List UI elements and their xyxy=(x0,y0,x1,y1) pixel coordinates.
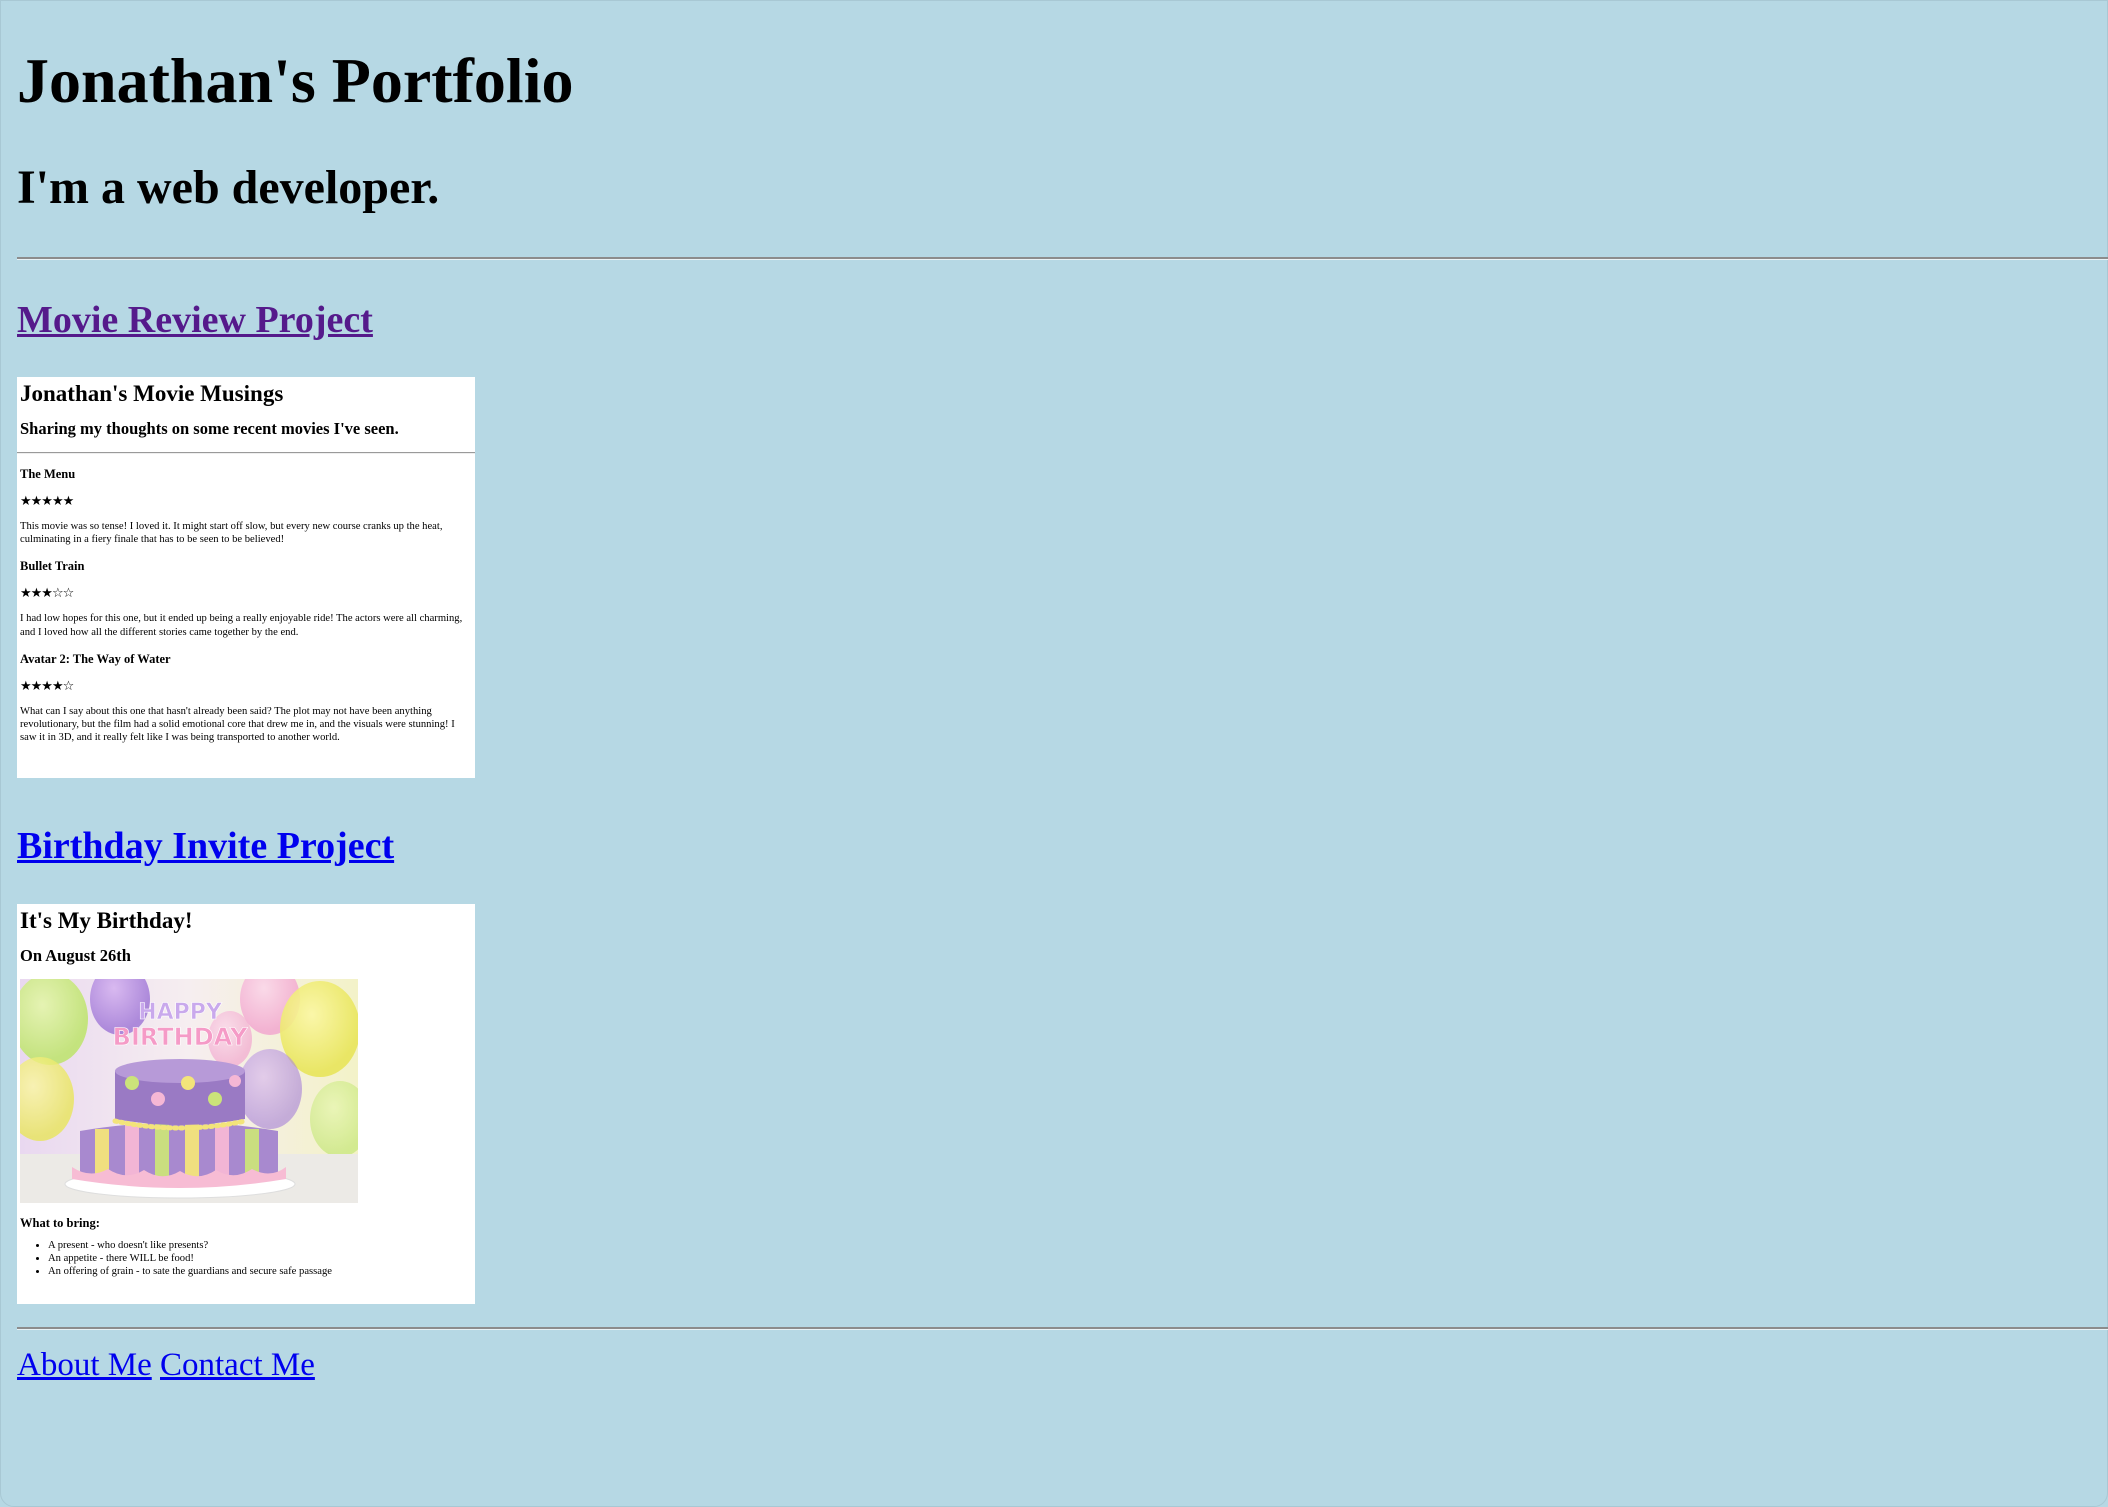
review-item: The Menu ★★★★★ This movie was so tense! … xyxy=(20,466,472,546)
list-item: An appetite - there WILL be food! xyxy=(48,1252,472,1265)
about-me-link[interactable]: About Me xyxy=(17,1347,152,1383)
birthday-invite-project-link[interactable]: Birthday Invite Project xyxy=(17,821,394,871)
list-item: An offering of grain - to sate the guard… xyxy=(48,1265,472,1278)
footer-nav: About Me Contact Me xyxy=(17,1341,315,1389)
movie-preview-divider xyxy=(17,452,475,454)
birthday-invite-preview[interactable]: It's My Birthday! On August 26th HAPPY B… xyxy=(17,904,475,1304)
birthday-preview-title: It's My Birthday! xyxy=(20,908,193,933)
movie-preview-title: Jonathan's Movie Musings xyxy=(20,381,284,406)
movie-preview-subtitle: Sharing my thoughts on some recent movie… xyxy=(20,419,399,438)
portfolio-page: Jonathan's Portfolio I'm a web developer… xyxy=(0,0,2108,1507)
review-movie-title: Bullet Train xyxy=(20,559,85,574)
review-star-rating: ★★★☆☆ xyxy=(20,586,74,602)
movie-review-preview[interactable]: Jonathan's Movie Musings Sharing my thou… xyxy=(17,377,475,778)
contact-me-link[interactable]: Contact Me xyxy=(160,1347,315,1383)
page-tagline: I'm a web developer. xyxy=(17,161,440,214)
svg-text:BIRTHDAY: BIRTHDAY xyxy=(113,1023,248,1051)
footer-divider xyxy=(17,1327,2108,1330)
page-title: Jonathan's Portfolio xyxy=(17,45,574,116)
birthday-preview-date: On August 26th xyxy=(20,946,131,965)
review-text: I had low hopes for this one, but it end… xyxy=(20,613,463,638)
review-item: Bullet Train ★★★☆☆ I had low hopes for t… xyxy=(20,558,472,638)
review-star-rating: ★★★★☆ xyxy=(20,678,74,694)
cake-candle-text: HAPPY xyxy=(138,1000,223,1025)
review-item: Avatar 2: The Way of Water ★★★★☆ What ca… xyxy=(20,651,472,745)
review-text: This movie was so tense! I loved it. It … xyxy=(20,521,443,546)
bring-heading: What to bring: xyxy=(20,1216,100,1230)
birthday-cake-image: HAPPY BIRTHDAY xyxy=(20,979,358,1203)
review-movie-title: The Menu xyxy=(20,467,76,481)
review-star-rating: ★★★★★ xyxy=(20,494,74,509)
review-movie-title: Avatar 2: The Way of Water xyxy=(20,651,171,666)
review-text: What can I say about this one that hasn'… xyxy=(20,705,455,744)
header-divider xyxy=(17,257,2108,260)
bring-list: A present - who doesn't like presents? A… xyxy=(20,1239,472,1279)
list-item: A present - who doesn't like presents? xyxy=(48,1239,472,1252)
movie-review-project-link[interactable]: Movie Review Project xyxy=(17,295,373,345)
